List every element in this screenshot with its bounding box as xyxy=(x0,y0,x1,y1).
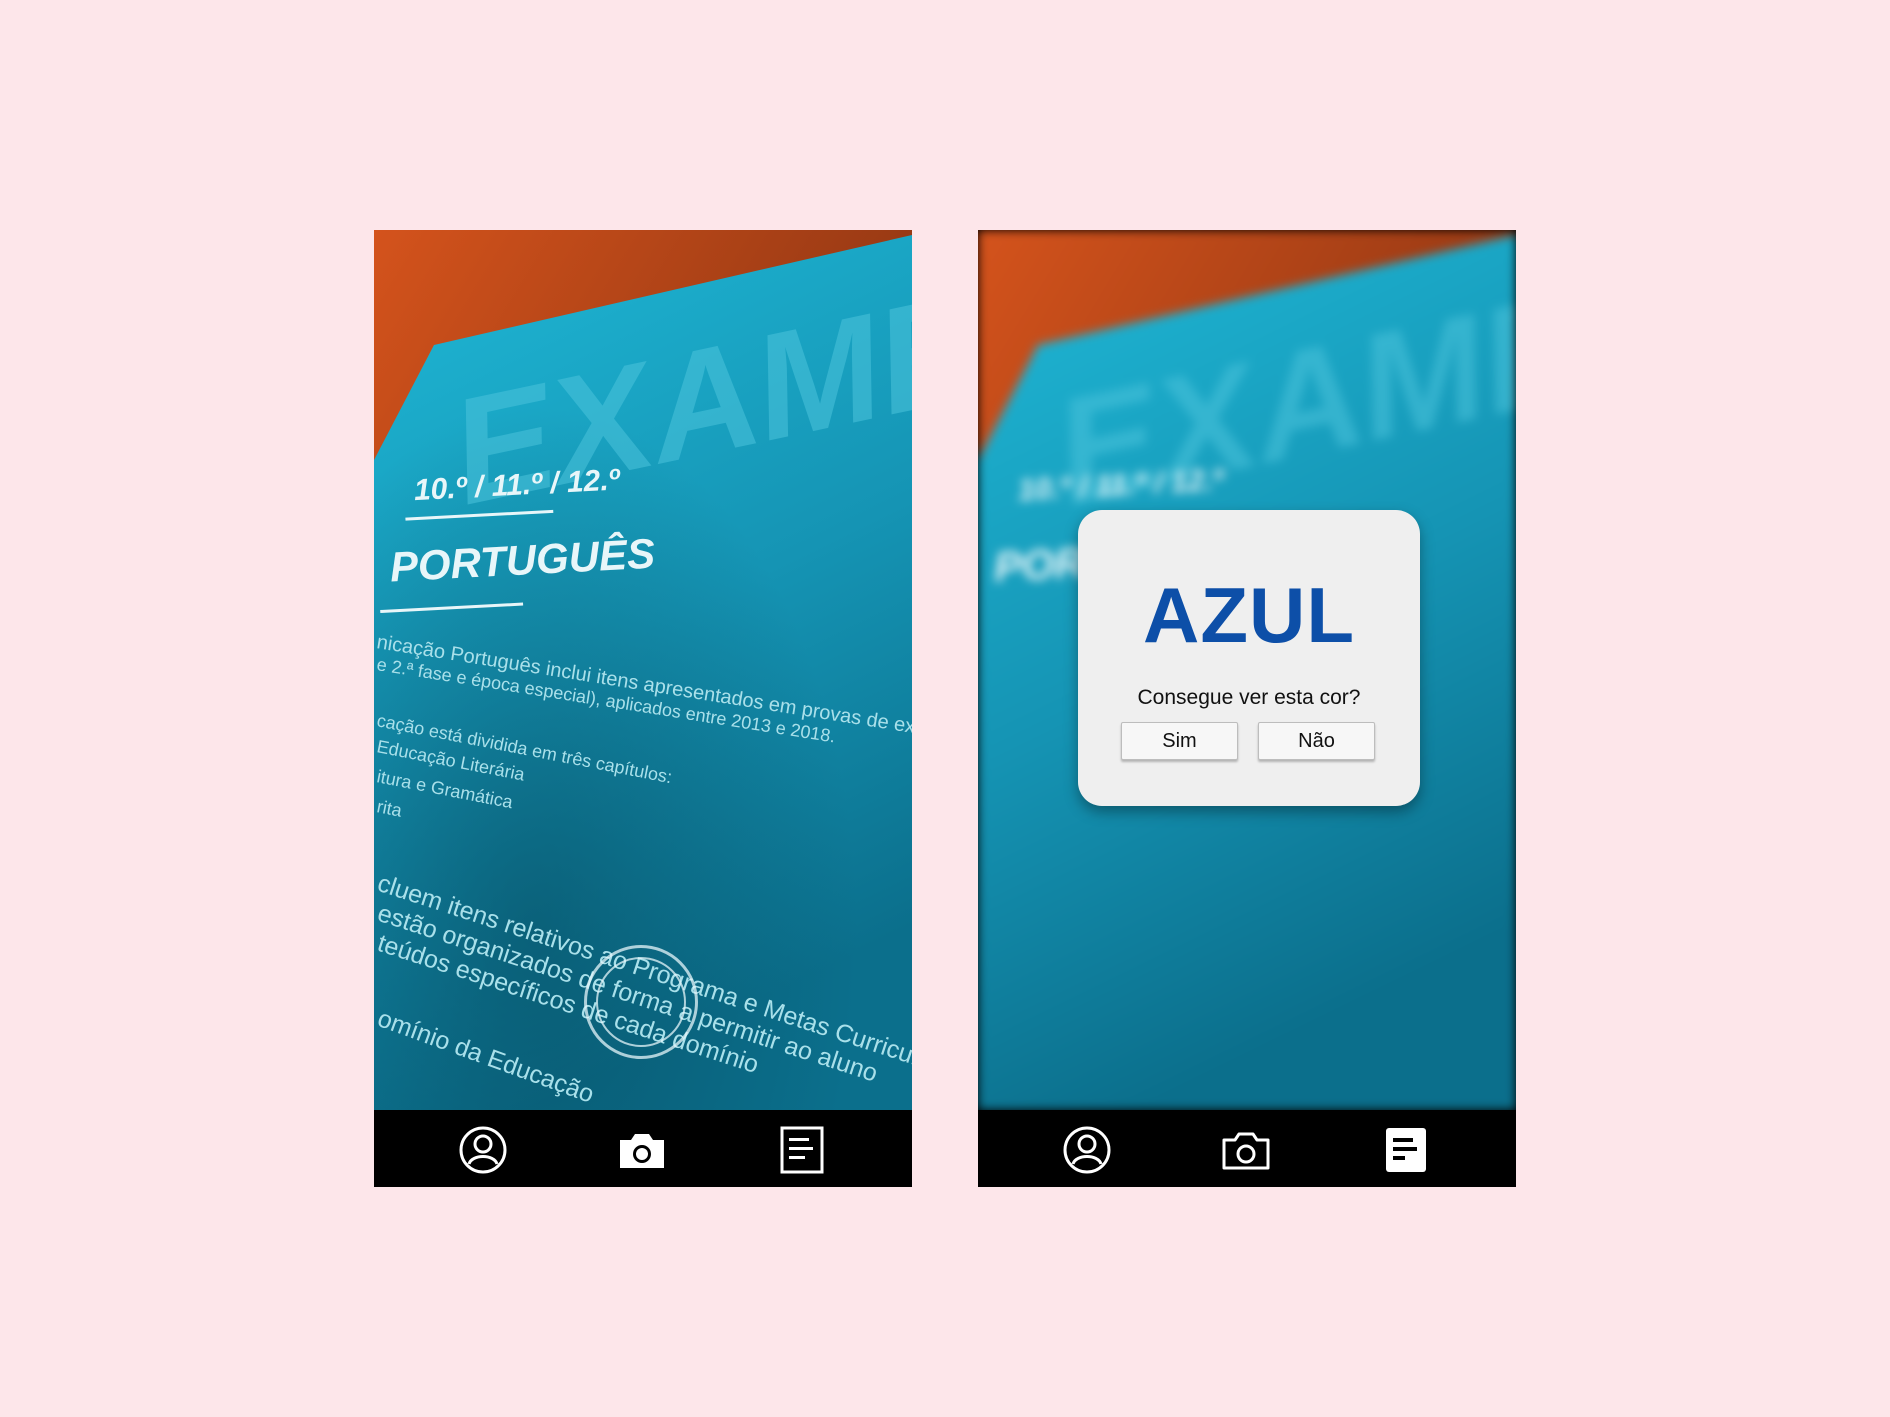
camera-viewfinder: EXAME 10.º / 11.º / 12.º PORTUGUÊS AZUL … xyxy=(978,230,1516,1110)
shutter-button[interactable] xyxy=(584,945,698,1059)
document-filled-icon[interactable] xyxy=(1380,1124,1432,1176)
bottom-nav-bar xyxy=(374,1110,912,1187)
camera-icon[interactable] xyxy=(1220,1124,1272,1176)
profile-icon[interactable] xyxy=(457,1124,509,1176)
bottom-nav-bar xyxy=(978,1110,1516,1187)
phone-screen-camera: EXAME 10.º / 11.º / 12.º PORTUGUÊS nicaç… xyxy=(374,230,912,1187)
profile-icon[interactable] xyxy=(1061,1124,1113,1176)
yes-button[interactable]: Sim xyxy=(1121,722,1238,760)
document-icon[interactable] xyxy=(776,1124,828,1176)
color-check-dialog: AZUL Consegue ver esta cor? Sim Não xyxy=(1078,510,1420,806)
no-button[interactable]: Não xyxy=(1258,722,1375,760)
phone-screen-color-check: EXAME 10.º / 11.º / 12.º PORTUGUÊS AZUL … xyxy=(978,230,1516,1187)
camera-viewfinder: EXAME 10.º / 11.º / 12.º PORTUGUÊS nicaç… xyxy=(374,230,912,1110)
dialog-question: Consegue ver esta cor? xyxy=(1137,686,1361,709)
camera-icon[interactable] xyxy=(616,1124,668,1176)
color-name-label: AZUL xyxy=(1143,571,1355,659)
